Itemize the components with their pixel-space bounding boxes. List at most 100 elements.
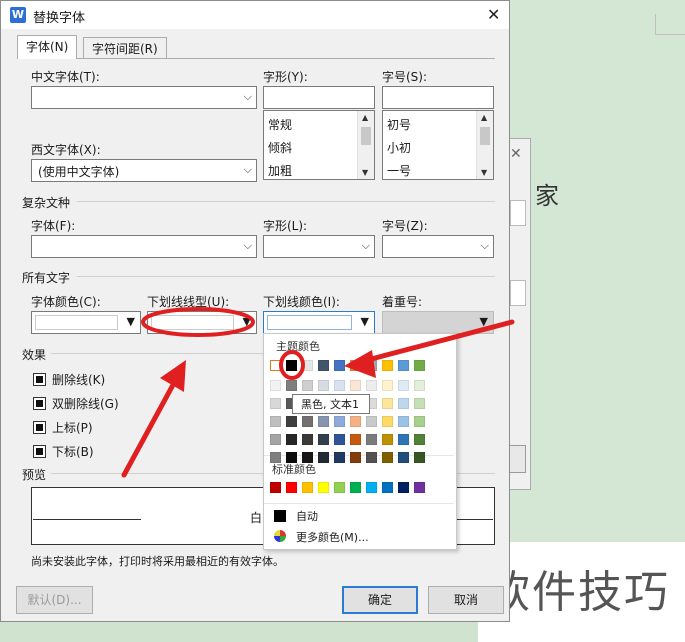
theme-shade-swatch[interactable] xyxy=(302,434,313,445)
complex-size-select[interactable]: ⌵ xyxy=(382,235,494,258)
standard-color-swatch[interactable] xyxy=(366,482,377,493)
theme-shade-swatch[interactable] xyxy=(286,452,297,463)
theme-shade-swatch[interactable] xyxy=(366,434,377,445)
theme-shade-swatch[interactable] xyxy=(382,380,393,391)
theme-shade-swatch[interactable] xyxy=(350,416,361,427)
theme-shade-swatch[interactable] xyxy=(398,452,409,463)
style-option[interactable]: 加粗 xyxy=(268,162,292,179)
theme-shade-swatch[interactable] xyxy=(414,452,425,463)
scroll-up-icon[interactable]: ▲ xyxy=(481,113,487,122)
theme-shade-swatch[interactable] xyxy=(334,416,345,427)
standard-color-swatch[interactable] xyxy=(302,482,313,493)
size-option[interactable]: 初号 xyxy=(387,116,411,133)
theme-shade-swatch[interactable] xyxy=(302,452,313,463)
default-button[interactable]: 默认(D)... xyxy=(16,586,93,614)
scroll-thumb[interactable] xyxy=(361,127,371,145)
standard-color-swatch[interactable] xyxy=(398,482,409,493)
standard-color-swatch[interactable] xyxy=(270,482,281,493)
complex-font-select[interactable]: ⌵ xyxy=(31,235,257,258)
strikethrough-checkbox[interactable]: 删除线(K) xyxy=(33,371,105,388)
double-strikethrough-checkbox[interactable]: 双删除线(G) xyxy=(33,395,119,412)
theme-shade-swatch[interactable] xyxy=(414,416,425,427)
theme-shade-swatch[interactable] xyxy=(318,452,329,463)
size-list-scrollbar[interactable]: ▲ ▼ xyxy=(476,111,493,179)
tab-character-spacing[interactable]: 字符间距(R) xyxy=(83,37,167,59)
style-option[interactable]: 常规 xyxy=(268,116,292,133)
theme-shade-swatch[interactable] xyxy=(318,434,329,445)
automatic-color-swatch[interactable] xyxy=(274,510,286,522)
standard-color-swatch[interactable] xyxy=(286,482,297,493)
size-option[interactable]: 小初 xyxy=(387,139,411,156)
checkbox-box[interactable] xyxy=(33,421,46,434)
theme-shade-swatch[interactable] xyxy=(350,380,361,391)
theme-shade-swatch[interactable] xyxy=(382,434,393,445)
theme-shade-swatch[interactable] xyxy=(366,416,377,427)
scroll-up-icon[interactable]: ▲ xyxy=(362,113,368,122)
theme-shade-swatch[interactable] xyxy=(286,416,297,427)
checkbox-box[interactable] xyxy=(33,445,46,458)
scroll-down-icon[interactable]: ▼ xyxy=(481,168,487,177)
cancel-button[interactable]: 取消 xyxy=(428,586,504,614)
theme-shade-swatch[interactable] xyxy=(286,434,297,445)
size-option[interactable]: 一号 xyxy=(387,162,411,179)
scroll-down-icon[interactable]: ▼ xyxy=(362,168,368,177)
chinese-font-select[interactable]: ⌵ xyxy=(31,86,257,109)
theme-shade-swatch[interactable] xyxy=(334,380,345,391)
dialog-titlebar[interactable]: W 替换字体 ✕ xyxy=(1,1,509,29)
standard-color-swatch[interactable] xyxy=(414,482,425,493)
theme-shade-swatch[interactable] xyxy=(382,398,393,409)
style-option[interactable]: 倾斜 xyxy=(268,139,292,156)
subscript-checkbox[interactable]: 下标(B) xyxy=(33,443,94,460)
more-colors-option[interactable]: 更多颜色(M)... xyxy=(296,529,369,545)
theme-shade-swatch[interactable] xyxy=(366,452,377,463)
theme-shade-swatch[interactable] xyxy=(270,452,281,463)
theme-shade-swatch[interactable] xyxy=(398,398,409,409)
standard-color-swatch[interactable] xyxy=(318,482,329,493)
theme-shade-swatch[interactable] xyxy=(334,434,345,445)
theme-shade-swatch[interactable] xyxy=(334,452,345,463)
theme-color-swatch[interactable] xyxy=(414,360,425,371)
theme-color-swatch[interactable] xyxy=(270,360,281,371)
theme-shade-swatch[interactable] xyxy=(302,416,313,427)
theme-shade-swatch[interactable] xyxy=(270,416,281,427)
superscript-checkbox[interactable]: 上标(P) xyxy=(33,419,93,436)
theme-shade-swatch[interactable] xyxy=(382,452,393,463)
checkbox-box[interactable] xyxy=(33,397,46,410)
style-input[interactable] xyxy=(263,86,375,109)
emphasis-select[interactable]: ▼ xyxy=(382,311,494,334)
theme-shade-swatch[interactable] xyxy=(286,380,297,391)
theme-color-swatch[interactable] xyxy=(318,360,329,371)
theme-color-swatch[interactable] xyxy=(366,360,377,371)
theme-shade-swatch[interactable] xyxy=(318,416,329,427)
close-icon[interactable]: ✕ xyxy=(487,5,500,24)
theme-shade-swatch[interactable] xyxy=(270,434,281,445)
size-list[interactable]: 初号 小初 一号 ▲ ▼ xyxy=(382,110,494,180)
checkbox-box[interactable] xyxy=(33,373,46,386)
theme-color-swatch[interactable] xyxy=(350,360,361,371)
theme-shade-swatch[interactable] xyxy=(318,380,329,391)
theme-shade-swatch[interactable] xyxy=(350,434,361,445)
theme-color-swatch[interactable] xyxy=(302,360,313,371)
tab-font[interactable]: 字体(N) xyxy=(17,35,78,59)
underline-type-select[interactable]: ▼ xyxy=(147,311,257,334)
complex-style-select[interactable]: ⌵ xyxy=(263,235,375,258)
ok-button[interactable]: 确定 xyxy=(342,586,418,614)
theme-shade-swatch[interactable] xyxy=(414,434,425,445)
theme-color-swatch[interactable] xyxy=(286,360,297,371)
font-color-select[interactable]: ▼ xyxy=(31,311,141,334)
theme-color-swatch[interactable] xyxy=(398,360,409,371)
automatic-color-option[interactable]: 自动 xyxy=(296,508,318,524)
standard-color-swatch[interactable] xyxy=(350,482,361,493)
size-input[interactable] xyxy=(382,86,494,109)
theme-shade-swatch[interactable] xyxy=(366,380,377,391)
theme-color-swatch[interactable] xyxy=(382,360,393,371)
theme-color-swatch[interactable] xyxy=(334,360,345,371)
standard-color-swatch[interactable] xyxy=(334,482,345,493)
theme-shade-swatch[interactable] xyxy=(270,398,281,409)
scroll-thumb[interactable] xyxy=(480,127,490,145)
theme-shade-swatch[interactable] xyxy=(350,452,361,463)
style-list-scrollbar[interactable]: ▲ ▼ xyxy=(357,111,374,179)
standard-color-swatch[interactable] xyxy=(382,482,393,493)
theme-shade-swatch[interactable] xyxy=(398,380,409,391)
western-font-select[interactable]: (使用中文字体) ⌵ xyxy=(31,159,257,182)
